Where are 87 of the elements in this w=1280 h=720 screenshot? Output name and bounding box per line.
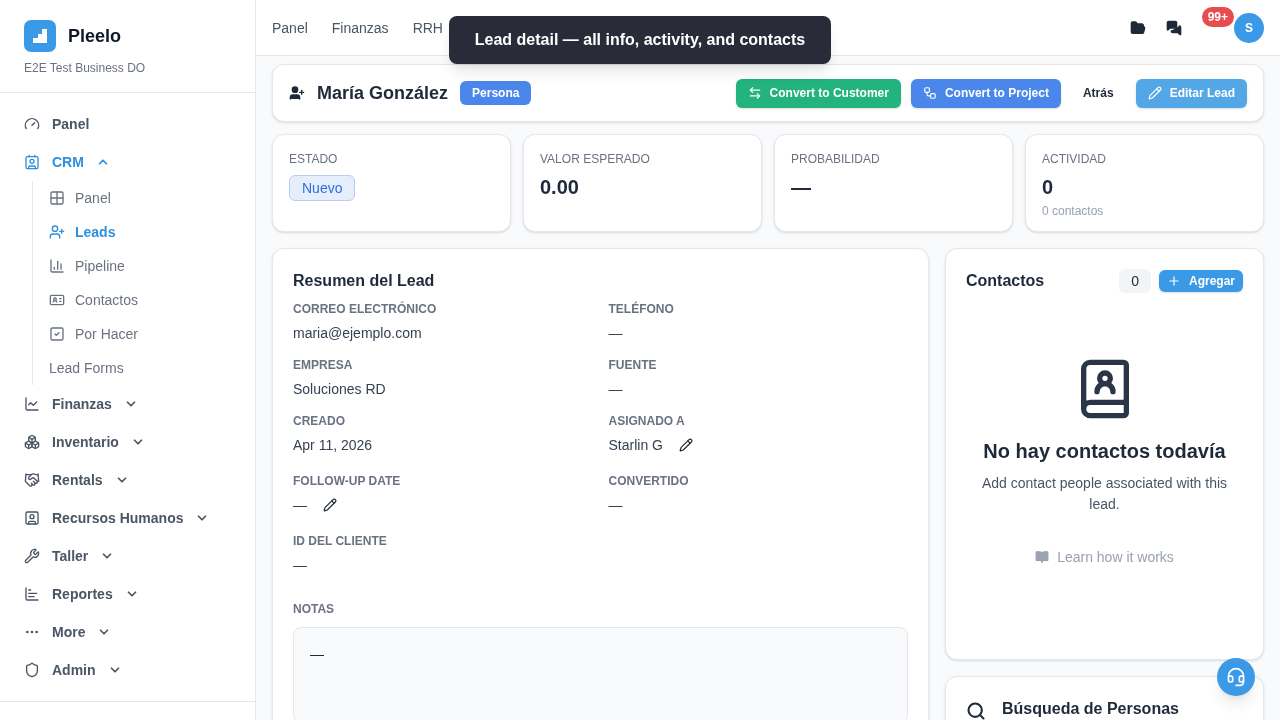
folder-icon[interactable] (1129, 19, 1146, 36)
empty-title: No hay contactos todavía (983, 439, 1226, 464)
sidebar-subitem[interactable]: Lead Forms (49, 351, 231, 385)
field-value: — (608, 496, 623, 515)
button-icon (922, 86, 937, 100)
field-value: Starlin G (608, 436, 663, 455)
field-label: TELÉFONO (608, 301, 675, 317)
nav-icon (24, 116, 40, 132)
search-icon (966, 701, 986, 720)
field-value: Apr 11, 2026 (293, 436, 373, 455)
field-label: EMPRESA (293, 357, 354, 373)
field-label: CORREO ELECTRÓNICO (293, 301, 438, 317)
nav-icon (49, 292, 65, 308)
lead-name: María González (317, 82, 449, 105)
field-value: — (293, 496, 307, 515)
business-name: E2E Test Business DO (24, 60, 147, 76)
nav-icon (24, 434, 40, 450)
top-nav-link[interactable]: Panel (272, 17, 308, 38)
stat-label: VALOR ESPERADO (540, 151, 651, 167)
notes-box: — (293, 627, 908, 720)
nav-icon (24, 472, 40, 488)
edit-icon[interactable] (323, 498, 337, 512)
nav-icon (49, 258, 65, 274)
edit-icon[interactable] (678, 438, 693, 452)
sidebar-item[interactable]: Taller (24, 537, 231, 575)
field-label: ID DEL CLIENTE (293, 533, 388, 549)
brand-name: Pleelo (68, 25, 122, 48)
user-plus-icon (289, 85, 305, 101)
field-label: CREADO (293, 413, 346, 429)
card-title: Contactos (966, 271, 1045, 291)
action-button[interactable]: Convert to Project (910, 78, 1061, 108)
tooltip: Lead detail — all info, activity, and contacts (449, 16, 831, 64)
stat-value: — (791, 175, 812, 200)
logo-icon (24, 20, 56, 52)
field-value: — (608, 380, 623, 399)
sidebar-item[interactable]: Inventario (24, 423, 231, 461)
nav-icon (24, 662, 40, 678)
stat-note: 0 contactos (1042, 203, 1105, 219)
action-button[interactable]: Atrás (1070, 78, 1126, 108)
stat-value: 0.00 (540, 175, 580, 200)
nav-icon (24, 548, 40, 564)
field-label: CONVERTIDO (608, 473, 690, 489)
card-title: Búsqueda de Personas (1002, 699, 1179, 719)
field-label: NOTAS (293, 601, 336, 617)
nav-icon (24, 510, 40, 526)
notification-badge: 99+ (1201, 6, 1234, 27)
nav-icon (49, 224, 65, 240)
button-icon (747, 86, 762, 100)
top-nav-link[interactable]: Finanzas (331, 17, 389, 38)
sidebar-item[interactable]: More (24, 613, 231, 651)
type-tag: Persona (460, 81, 532, 105)
sidebar-item[interactable]: Admin (24, 651, 231, 689)
nav-icon (24, 586, 40, 602)
sidebar-item[interactable]: Recursos Humanos (24, 499, 231, 537)
nav-icon (24, 154, 40, 170)
stat-label: ESTADO (289, 151, 339, 167)
button-icon (1147, 86, 1162, 100)
card-title: Resumen del Lead (293, 271, 436, 291)
field-value: Soluciones RD (293, 380, 386, 399)
empty-text: Add contact people associated with this lead. (980, 474, 1229, 514)
stat-label: ACTIVIDAD (1042, 151, 1107, 167)
book-icon (1035, 550, 1050, 564)
sidebar-subitem[interactable]: Contactos (49, 283, 231, 317)
field-value: — (608, 324, 623, 343)
field-value: — (293, 556, 307, 575)
chat-icon[interactable] (1165, 19, 1182, 36)
sidebar-item[interactable]: Finanzas (24, 385, 231, 423)
status-badge: Nuevo (289, 175, 356, 201)
nav-icon (24, 396, 40, 412)
plus-icon (1167, 274, 1181, 288)
stat-value: 0 (1042, 175, 1055, 200)
sidebar-subitem[interactable]: Por Hacer (49, 317, 231, 351)
stat-label: PROBABILIDAD (791, 151, 881, 167)
sidebar-subitem[interactable]: Pipeline (49, 249, 231, 283)
field-label: FUENTE (608, 357, 658, 373)
sidebar-item[interactable]: Panel (24, 105, 231, 143)
sidebar-item[interactable]: Reportes (24, 575, 231, 613)
field-label: FOLLOW-UP DATE (293, 473, 402, 489)
headset-icon (1226, 667, 1246, 687)
top-nav-link[interactable]: RRH (412, 17, 443, 38)
field-value: maria@ejemplo.com (293, 324, 422, 343)
nav-icon (49, 326, 65, 342)
sidebar-subitem[interactable]: Panel (49, 181, 231, 215)
count-badge: 0 (1119, 269, 1151, 293)
sidebar-item[interactable]: Rentals (24, 461, 231, 499)
field-label: ASIGNADO A (608, 413, 686, 429)
nav-icon (49, 190, 65, 206)
